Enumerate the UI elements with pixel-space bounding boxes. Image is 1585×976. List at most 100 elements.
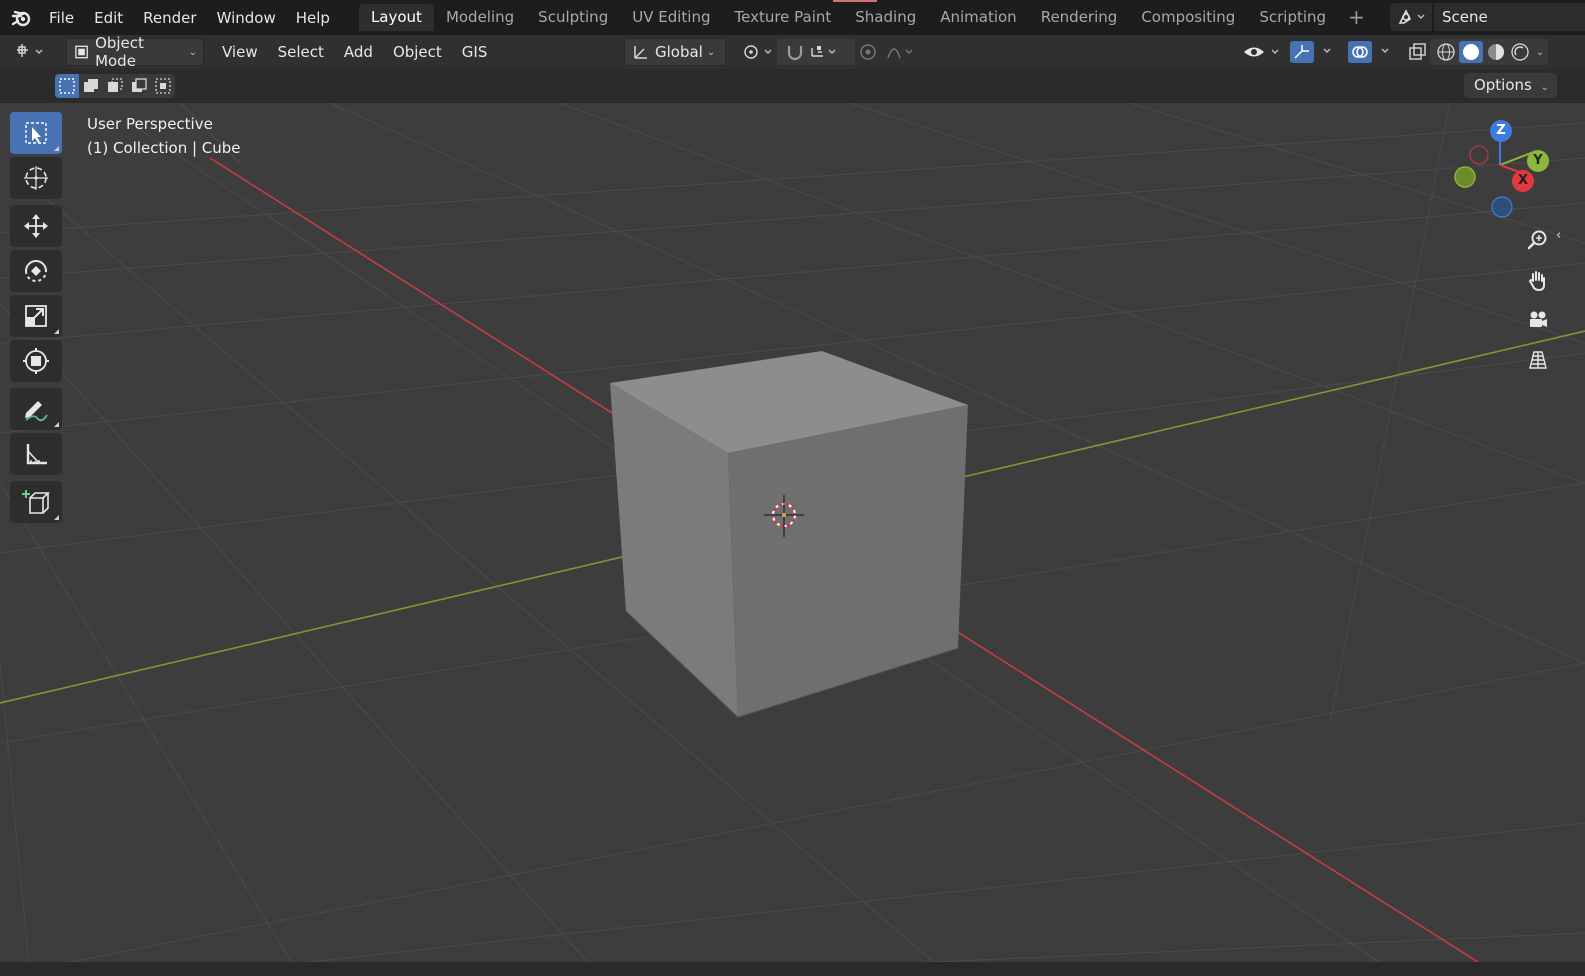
select-extend-icon[interactable] <box>79 74 103 98</box>
mode-label: Object Mode <box>95 34 144 70</box>
3d-viewport[interactable]: User Perspective (1) Collection | Cube Z… <box>0 103 1585 976</box>
editor-type-icon <box>17 44 43 57</box>
active-indicator <box>832 0 877 2</box>
add-cube-icon <box>22 490 50 514</box>
menu-render[interactable]: Render <box>133 4 206 32</box>
cursor-icon <box>24 166 48 190</box>
chevron-down-icon[interactable]: ⌄ <box>1536 47 1544 58</box>
gizmo-axis-y[interactable]: Y <box>1527 150 1549 172</box>
select-invert-icon[interactable] <box>127 74 151 98</box>
header-menu-view[interactable]: View <box>212 39 268 65</box>
chevron-down-icon: ⌄ <box>1540 82 1549 93</box>
gizmo-toggle[interactable] <box>1284 39 1344 65</box>
measure-tool[interactable] <box>10 433 62 475</box>
menu-help[interactable]: Help <box>286 4 340 32</box>
camera-icon[interactable] <box>1520 302 1556 338</box>
header-menu-add[interactable]: Add <box>334 39 383 65</box>
tool-corner-icon <box>54 422 59 427</box>
proportional-edit-button[interactable] <box>850 39 932 65</box>
scene-selector[interactable]: Scene <box>1390 3 1585 31</box>
add-workspace-button[interactable]: + <box>1338 4 1375 31</box>
tab-uv-editing[interactable]: UV Editing <box>620 4 722 31</box>
select-intersect-icon[interactable] <box>151 74 175 98</box>
scale-tool[interactable] <box>10 295 62 337</box>
blender-logo-icon[interactable] <box>7 3 37 33</box>
overlays-toggle[interactable] <box>1342 39 1402 65</box>
sidebar-toggle-icon[interactable]: ‹ <box>1556 228 1570 243</box>
tab-layout[interactable]: Layout <box>358 4 434 31</box>
tab-compositing[interactable]: Compositing <box>1129 4 1247 31</box>
gizmo-axis-z[interactable]: Z <box>1490 120 1512 142</box>
snap-target-icon <box>811 46 836 57</box>
viewport-scene <box>0 103 1585 976</box>
move-tool[interactable] <box>10 205 62 247</box>
rotate-icon <box>25 260 47 282</box>
menu-window[interactable]: Window <box>207 4 286 32</box>
annotate-icon <box>25 401 48 422</box>
orientation-icon <box>634 46 647 59</box>
perspective-label: User Perspective <box>87 115 213 133</box>
tab-sculpting[interactable]: Sculpting <box>526 4 620 31</box>
magnet-icon <box>787 46 803 61</box>
tool-corner-icon <box>54 329 59 334</box>
editor-type-button[interactable] <box>10 39 58 65</box>
measure-icon <box>26 444 47 465</box>
wireframe-shading-icon[interactable] <box>1434 41 1458 63</box>
cube-object[interactable] <box>610 351 968 718</box>
chevron-down-icon: ⌄ <box>706 46 716 58</box>
select-new-icon[interactable] <box>55 74 79 98</box>
mode-dropdown[interactable]: Object Mode ⌄ <box>66 34 204 70</box>
tab-rendering[interactable]: Rendering <box>1029 4 1130 31</box>
tab-shading[interactable]: Shading <box>843 4 928 31</box>
overlays-icon <box>1348 41 1389 63</box>
selection-mode-group <box>55 74 175 98</box>
scale-icon <box>25 305 47 327</box>
zoom-icon[interactable] <box>1520 222 1556 258</box>
solid-shading-icon[interactable] <box>1458 41 1484 63</box>
cursor-tool[interactable] <box>10 157 62 199</box>
transform-icon <box>23 348 49 374</box>
tab-animation[interactable]: Animation <box>928 4 1028 31</box>
grid-perspective-icon[interactable] <box>1520 342 1556 378</box>
header-menu-gis[interactable]: GIS <box>452 39 498 65</box>
eye-icon <box>1244 47 1279 57</box>
menu-file[interactable]: File <box>39 4 84 32</box>
tool-corner-icon <box>54 146 59 151</box>
orientation-label: Global <box>655 43 703 61</box>
tool-settings-bar: Options ⌄ <box>0 69 1585 103</box>
pivot-icon <box>744 45 772 59</box>
tab-modeling[interactable]: Modeling <box>434 4 526 31</box>
collection-label: (1) Collection | Cube <box>87 139 241 157</box>
annotate-tool[interactable] <box>10 388 62 430</box>
transform-tool[interactable] <box>10 340 62 382</box>
scene-name-field[interactable]: Scene <box>1434 3 1585 31</box>
snap-toggle[interactable] <box>777 39 855 65</box>
menu-edit[interactable]: Edit <box>84 4 133 32</box>
rotate-tool[interactable] <box>10 250 62 292</box>
workspace-tabs: Layout Modeling Sculpting UV Editing Tex… <box>358 0 1375 35</box>
header-menu-object[interactable]: Object <box>383 39 452 65</box>
select-subtract-icon[interactable] <box>103 74 127 98</box>
tab-scripting[interactable]: Scripting <box>1247 4 1338 31</box>
transform-orientation-dropdown[interactable]: Global ⌄ <box>624 38 726 66</box>
tool-shelf <box>10 112 66 526</box>
shading-mode-group: ⌄ <box>1430 39 1549 65</box>
gizmo-icon <box>1290 41 1331 63</box>
options-label: Options <box>1473 76 1532 94</box>
add-cube-tool[interactable] <box>10 481 62 523</box>
rendered-shading-icon[interactable] <box>1508 41 1532 63</box>
material-shading-icon[interactable] <box>1484 41 1508 63</box>
tab-texture-paint[interactable]: Texture Paint <box>722 4 843 31</box>
scene-icon[interactable] <box>1390 3 1432 31</box>
viewport-header: Object Mode ⌄ View Select Add Object GIS… <box>0 34 1585 70</box>
gizmo-axis-x[interactable]: X <box>1512 170 1534 192</box>
select-box-tool[interactable] <box>10 112 62 154</box>
hand-pan-icon[interactable] <box>1520 262 1556 298</box>
pivot-point-button[interactable] <box>735 39 781 65</box>
options-dropdown[interactable]: Options ⌄ <box>1463 73 1557 98</box>
header-menu-select[interactable]: Select <box>268 39 334 65</box>
move-icon <box>24 214 48 238</box>
status-bar <box>0 962 1585 976</box>
proportional-icon <box>860 44 913 60</box>
top-menu-bar: File Edit Render Window Help Layout Mode… <box>0 0 1585 35</box>
